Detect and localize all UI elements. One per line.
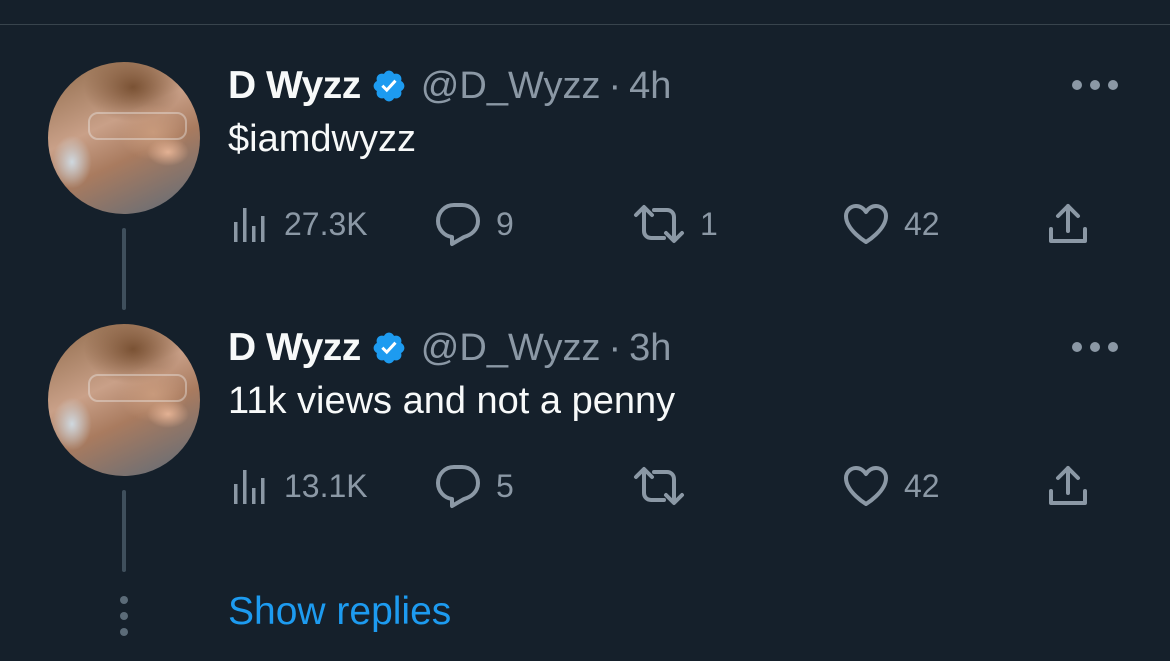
thread-dots-icon	[118, 596, 130, 636]
share-icon	[1049, 204, 1087, 243]
views-icon	[234, 470, 265, 504]
top-divider	[0, 24, 1170, 25]
reply-icon	[436, 465, 480, 508]
retweet-button[interactable]: 1	[632, 198, 718, 250]
avatar[interactable]	[48, 324, 200, 476]
retweet-button[interactable]	[632, 460, 700, 512]
more-icon[interactable]	[1072, 340, 1118, 354]
tweet-time[interactable]: 3h	[629, 327, 671, 370]
like-button[interactable]: 42	[842, 460, 940, 512]
tweet-header: D Wyzz @D_Wyzz · 4h	[228, 60, 671, 112]
avatar[interactable]	[48, 62, 200, 214]
share-button[interactable]	[1046, 460, 1090, 512]
like-count: 42	[904, 467, 940, 504]
author-name[interactable]: D Wyzz	[228, 326, 361, 370]
tweet-header: D Wyzz @D_Wyzz · 3h	[228, 322, 671, 374]
more-icon[interactable]	[1072, 78, 1118, 92]
share-icon	[1049, 466, 1087, 505]
verified-badge-icon	[373, 332, 405, 364]
verified-badge-icon	[373, 70, 405, 102]
tweet-2[interactable]: D Wyzz @D_Wyzz · 3h 11k views and not a …	[0, 320, 1170, 582]
thread-connector-line	[122, 490, 126, 572]
show-replies-link[interactable]: Show replies	[228, 590, 451, 634]
views-count: 13.1K	[284, 467, 368, 504]
retweet-icon	[634, 205, 684, 243]
like-button[interactable]: 42	[842, 198, 940, 250]
reply-button[interactable]: 5	[434, 460, 514, 512]
separator-dot: ·	[608, 326, 622, 369]
author-handle[interactable]: @D_Wyzz	[421, 65, 601, 108]
like-count: 42	[904, 205, 940, 242]
thread-connector-line	[122, 228, 126, 310]
tweet-1[interactable]: D Wyzz @D_Wyzz · 4h $iamdwyzz 27.3K 9 1 …	[0, 58, 1170, 320]
views-button[interactable]: 27.3K	[232, 198, 368, 250]
like-icon	[844, 204, 888, 244]
tweet-actions: 27.3K 9 1 42	[228, 198, 1108, 250]
tweet-actions: 13.1K 5 42	[228, 460, 1108, 512]
separator-dot: ·	[608, 64, 622, 107]
views-count: 27.3K	[284, 205, 368, 242]
author-handle[interactable]: @D_Wyzz	[421, 327, 601, 370]
reply-icon	[436, 203, 480, 246]
retweet-count: 1	[700, 205, 718, 242]
author-name[interactable]: D Wyzz	[228, 64, 361, 108]
tweet-time[interactable]: 4h	[629, 65, 671, 108]
tweet-text: 11k views and not a penny	[228, 380, 676, 422]
show-replies-row: Show replies	[0, 584, 1170, 644]
like-icon	[844, 466, 888, 506]
views-button[interactable]: 13.1K	[232, 460, 368, 512]
reply-button[interactable]: 9	[434, 198, 514, 250]
tweet-text: $iamdwyzz	[228, 118, 416, 160]
reply-count: 9	[496, 205, 514, 242]
retweet-icon	[634, 467, 684, 505]
reply-count: 5	[496, 467, 514, 504]
share-button[interactable]	[1046, 198, 1090, 250]
views-icon	[234, 208, 265, 242]
